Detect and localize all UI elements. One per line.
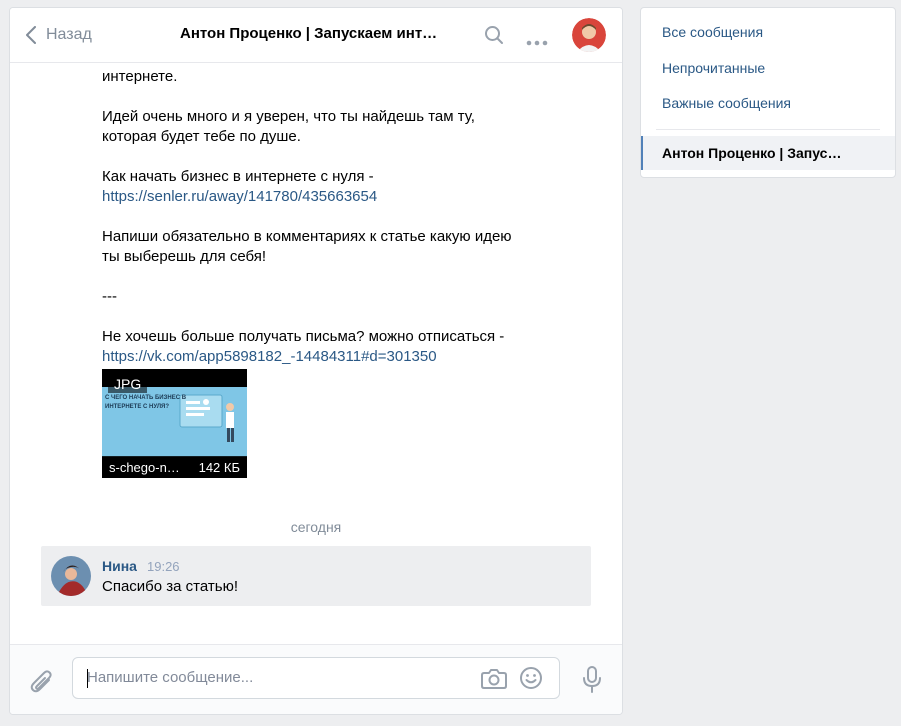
message-history[interactable]: интернете. Идей очень много и я уверен, …: [10, 64, 622, 644]
message-text-line: Напиши обязательно в комментариях к стат…: [102, 228, 512, 245]
search-icon[interactable]: [484, 25, 504, 50]
attachment-footer: s-chego-n… 142 КБ: [102, 456, 247, 478]
sidebar-divider: [656, 129, 880, 130]
message-paragraph: Идей очень много и я уверен, что ты найд…: [102, 107, 475, 147]
more-icon[interactable]: [526, 33, 548, 51]
chat-header: Назад Антон Проценко | Запускаем инт…: [10, 8, 622, 63]
messages-sidebar: Все сообщения Непрочитанные Важные сообщ…: [640, 7, 896, 178]
message-author[interactable]: Нина: [102, 558, 137, 574]
microphone-icon[interactable]: [582, 666, 602, 699]
message-row[interactable]: Нина 19:26 Спасибо за статью!: [41, 546, 591, 606]
message-paragraph: Как начать бизнес в интернете с нуля - h…: [102, 167, 377, 207]
message-composer: [10, 644, 622, 714]
sidebar-item-active-chat[interactable]: Антон Проценко | Запус…: [641, 136, 895, 170]
file-type-badge: JPG: [108, 375, 148, 393]
sidebar-item-unread[interactable]: Непрочитанные: [641, 52, 895, 84]
sidebar-item-all-messages[interactable]: Все сообщения: [641, 16, 895, 48]
back-button[interactable]: Назад: [26, 24, 92, 46]
attach-paperclip-icon[interactable]: [30, 669, 54, 700]
chevron-left-icon: [26, 26, 36, 44]
message-body: Спасибо за статью!: [102, 578, 238, 595]
image-attachment[interactable]: С ЧЕГО НАЧАТЬ БИЗНЕС В ИНТЕРНЕТЕ С НУЛЯ?…: [102, 369, 247, 478]
chat-panel: Назад Антон Проценко | Запускаем инт… ин…: [9, 7, 623, 715]
chat-avatar[interactable]: [572, 18, 606, 52]
emoji-icon[interactable]: [519, 666, 543, 695]
chat-title: Антон Проценко | Запускаем инт…: [180, 25, 438, 42]
sidebar-item-important[interactable]: Важные сообщения: [641, 87, 895, 119]
message-text-line: интернете.: [102, 68, 178, 85]
message-text-line: которая будет тебе по душе.: [102, 128, 301, 145]
back-label: Назад: [46, 26, 92, 43]
message-input-box[interactable]: [72, 657, 560, 699]
attachment-image-caption: С ЧЕГО НАЧАТЬ БИЗНЕС В ИНТЕРНЕТЕ С НУЛЯ?: [105, 395, 187, 410]
attachment-size: 142 КБ: [198, 459, 240, 475]
message-text-line: Не хочешь больше получать письма? можно …: [102, 328, 505, 345]
attachment-filename: s-chego-n…: [109, 459, 180, 475]
message-time: 19:26: [147, 559, 180, 574]
message-text-line: Идей очень много и я уверен, что ты найд…: [102, 108, 475, 125]
message-text-line: ты выберешь для себя!: [102, 248, 267, 265]
author-avatar[interactable]: [51, 556, 91, 596]
message-link[interactable]: https://vk.com/app5898182_-14484311#d=30…: [102, 348, 437, 365]
message-link[interactable]: https://senler.ru/away/141780/435663654: [102, 188, 377, 205]
message-input[interactable]: [87, 669, 467, 686]
day-separator: сегодня: [290, 519, 342, 535]
message-separator: ---: [102, 288, 117, 305]
message-text-line: Как начать бизнес в интернете с нуля -: [102, 168, 374, 185]
camera-icon[interactable]: [481, 667, 507, 694]
message-paragraph: Напиши обязательно в комментариях к стат…: [102, 227, 512, 267]
message-paragraph: Не хочешь больше получать письма? можно …: [102, 327, 504, 367]
